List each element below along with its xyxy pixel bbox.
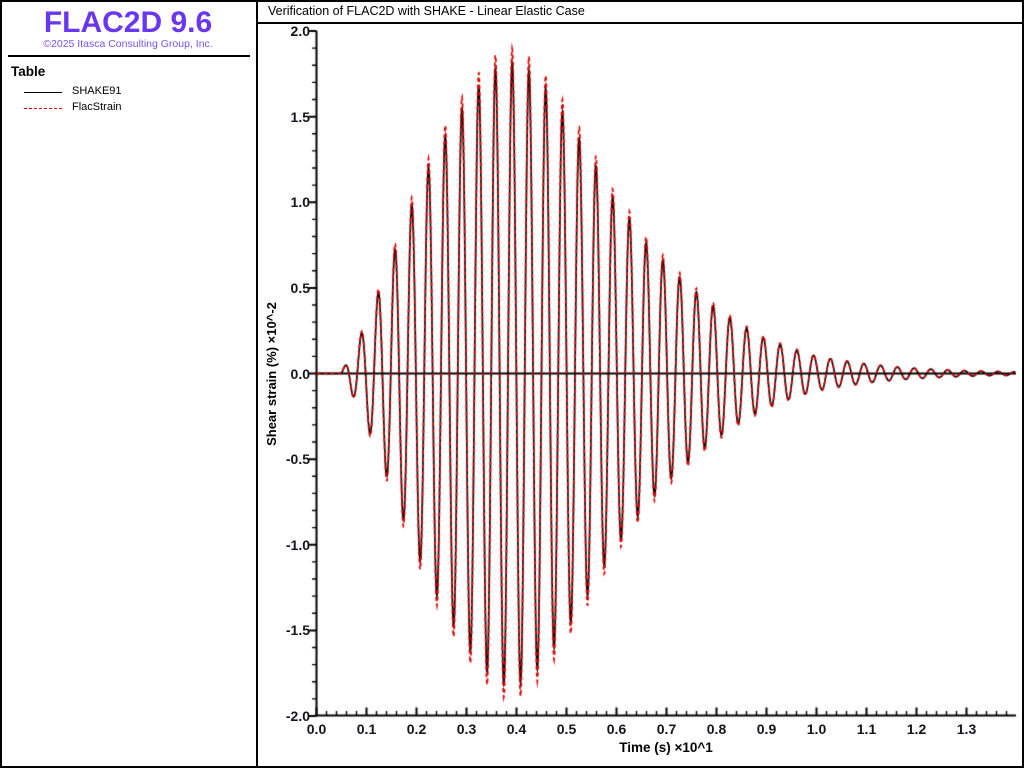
legend-item-label: SHAKE91 [72, 85, 122, 97]
legend-item: FlacStrain [0, 100, 256, 116]
legend-item: SHAKE91 [0, 84, 256, 100]
sidebar-rule [8, 55, 250, 57]
app-logo: FLAC2D 9.6 [0, 6, 256, 40]
dashed-line-sample [24, 108, 62, 109]
sidebar: FLAC2D 9.6 ©2025 Itasca Consulting Group… [0, 0, 258, 768]
flac2d-plot-window: FLAC2D 9.6 ©2025 Itasca Consulting Group… [0, 0, 1024, 768]
x-axis-title: Time (s) ×10^1 [466, 740, 866, 755]
legend: SHAKE91 FlacStrain [0, 84, 256, 116]
copyright-text: ©2025 Itasca Consulting Group, Inc. [0, 38, 256, 50]
y-axis-title: Shear strain (%) ×10^-2 [264, 224, 280, 524]
chart-title: Verification of FLAC2D with SHAKE - Line… [268, 4, 585, 18]
legend-title: Table [11, 64, 45, 79]
solid-line-sample [24, 92, 62, 93]
legend-item-label: FlacStrain [72, 101, 122, 113]
chart-panel: Verification of FLAC2D with SHAKE - Line… [258, 0, 1024, 768]
chart-title-bar: Verification of FLAC2D with SHAKE - Line… [258, 0, 1022, 24]
